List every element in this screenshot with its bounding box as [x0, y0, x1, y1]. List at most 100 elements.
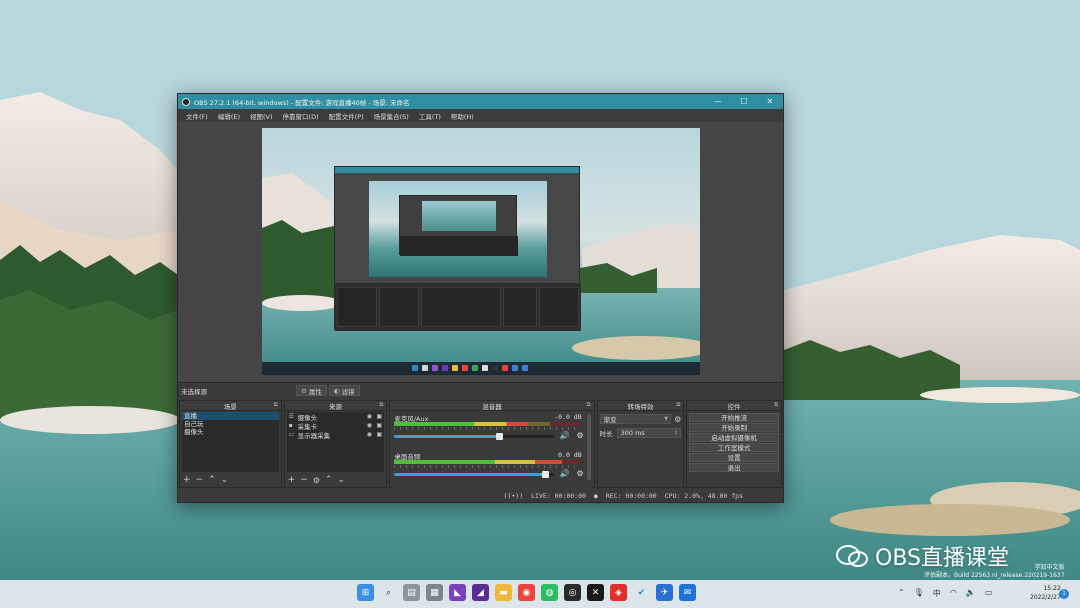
dock-row: 场景 ⧉ 直播 自己玩 摄像头 + − ⌃ ⌄ 来源 ⧉ ☰ 摄像头 ◉ ▣ ▪…: [178, 400, 783, 488]
controls-dock: 控件 ⧉ 开始推流 开始录制 启动虚拟摄像机 工作室模式 设置 退出: [686, 400, 783, 488]
todo-icon[interactable]: ✔: [633, 584, 650, 601]
spinner-icon[interactable]: ⇕: [674, 430, 678, 436]
minimize-button[interactable]: —: [705, 97, 731, 106]
list-icon: ☰: [288, 413, 295, 420]
notification-badge[interactable]: 1: [1059, 589, 1069, 599]
scene-toolbar: 未选择源 ⚙ 属性 ◐ 滤镜: [178, 382, 783, 398]
nested-docks: [335, 283, 581, 331]
rec-time: REC: 00:00:00: [605, 491, 657, 500]
speaker-icon[interactable]: 🔊: [560, 469, 570, 478]
menu-help[interactable]: 帮助(H): [446, 111, 479, 121]
feishu-icon[interactable]: ✈: [656, 584, 673, 601]
volume-icon[interactable]: 🔉: [966, 588, 976, 599]
remove-icon[interactable]: −: [300, 475, 308, 485]
undock-icon[interactable]: ⧉: [274, 402, 278, 409]
move-up-icon[interactable]: ⌃: [208, 475, 216, 485]
move-down-icon[interactable]: ⌄: [221, 475, 229, 485]
move-up-icon[interactable]: ⌃: [325, 475, 333, 485]
system-tray: ⌃ 🎙 中 ◠ 🔉 ▭: [898, 588, 992, 599]
preview-canvas[interactable]: [262, 128, 700, 375]
start-virtual-camera-button[interactable]: 启动虚拟摄像机: [689, 433, 780, 442]
source-item[interactable]: ▭ 显示器采集 ◉ ▣: [287, 430, 385, 440]
start-streaming-button[interactable]: 开始推流: [689, 413, 780, 422]
clock[interactable]: 15:22 2022/2/27: [1030, 584, 1061, 602]
volume-knob[interactable]: [542, 471, 550, 478]
start-icon[interactable]: ⊞: [357, 584, 374, 601]
menu-file[interactable]: 文件(F): [181, 111, 213, 121]
mail-icon[interactable]: ✉: [679, 584, 696, 601]
chevron-down-icon: ▼: [664, 416, 669, 422]
scene-item[interactable]: 直播: [182, 412, 279, 420]
scenes-dock-header: 场景 ⧉: [180, 401, 281, 411]
undock-icon[interactable]: ⧉: [774, 402, 778, 409]
task-view-icon[interactable]: ▤: [403, 584, 420, 601]
eye-icon[interactable]: ◉: [364, 431, 374, 438]
capcut-icon[interactable]: ✕: [587, 584, 604, 601]
ime-indicator[interactable]: 中: [933, 588, 941, 599]
gear-icon[interactable]: ⚙: [576, 431, 583, 440]
menu-edit[interactable]: 编辑(E): [213, 111, 245, 121]
undock-icon[interactable]: ⧉: [587, 402, 591, 409]
menu-docks[interactable]: 停靠窗口(D): [278, 111, 324, 121]
lock-icon[interactable]: ▣: [374, 422, 384, 429]
duration-value: 300 ms: [620, 429, 645, 437]
build-watermark: 学知中文版 评估副本。Build 22563.ni_release.220219…: [924, 564, 1065, 580]
scene-item[interactable]: 摄像头: [182, 428, 279, 436]
settings-button[interactable]: 设置: [689, 453, 780, 462]
gear-icon[interactable]: ⚙: [576, 469, 583, 478]
microphone-icon[interactable]: 🎙: [914, 588, 924, 599]
menu-profile[interactable]: 配置文件(P): [324, 111, 369, 121]
eye-icon[interactable]: ◉: [364, 413, 374, 420]
camera-icon: ▪: [288, 422, 293, 429]
preview-taskbar: [262, 362, 700, 375]
obs-icon[interactable]: ◎: [564, 584, 581, 601]
network-icon[interactable]: ◠: [950, 588, 957, 599]
gear-icon[interactable]: ⚙: [313, 476, 320, 485]
close-button[interactable]: ✕: [757, 97, 783, 106]
mixer-scrollbar[interactable]: [586, 414, 591, 480]
visual-studio-preview-icon[interactable]: ◢: [472, 584, 489, 601]
duration-input[interactable]: 300 ms ⇕: [616, 428, 682, 438]
title-bar[interactable]: OBS 27.2.1 (64-bit, windows) - 配置文件: 游戏直…: [178, 94, 783, 109]
speaker-icon[interactable]: 🔊: [560, 431, 570, 440]
chrome-icon[interactable]: ◉: [518, 584, 535, 601]
scene-item[interactable]: 自己玩: [182, 420, 279, 428]
menu-scene-collection[interactable]: 场景集合(S): [369, 111, 414, 121]
search-icon[interactable]: ⌕: [380, 584, 397, 601]
move-down-icon[interactable]: ⌄: [337, 475, 345, 485]
volume-slider[interactable]: [394, 471, 555, 478]
netease-music-icon[interactable]: ◈: [610, 584, 627, 601]
volume-slider[interactable]: [394, 433, 555, 440]
menu-tools[interactable]: 工具(T): [414, 111, 446, 121]
chevron-up-icon[interactable]: ⌃: [898, 588, 905, 599]
file-explorer-icon[interactable]: ▬: [495, 584, 512, 601]
volume-fill: [394, 435, 500, 438]
add-icon[interactable]: +: [288, 475, 296, 485]
widgets-icon[interactable]: ▦: [426, 584, 443, 601]
maximize-button[interactable]: ☐: [731, 97, 757, 106]
remove-icon[interactable]: −: [196, 475, 204, 485]
level-meter: [394, 460, 581, 464]
level-meter: [394, 422, 581, 426]
taskbar: ⊞ ⌕ ▤ ▦ ◣ ◢ ▬ ◉ ◍ ◎ ✕ ◈ ✔ ✈ ✉ ⌃ 🎙 中 ◠ 🔉 …: [0, 580, 1080, 608]
volume-knob[interactable]: [495, 433, 503, 440]
undock-icon[interactable]: ⧉: [379, 402, 383, 409]
menu-view[interactable]: 视图(V): [245, 111, 278, 121]
lock-icon[interactable]: ▣: [374, 431, 384, 438]
undock-icon[interactable]: ⧉: [676, 402, 680, 409]
transition-select[interactable]: 渐变 ▼: [599, 414, 672, 424]
mixer-dock-header: 混音器 ⧉: [390, 401, 594, 411]
properties-button[interactable]: ⚙ 属性: [296, 385, 327, 396]
gear-icon[interactable]: ⚙: [674, 415, 681, 424]
exit-button[interactable]: 退出: [689, 463, 780, 472]
add-icon[interactable]: +: [183, 475, 191, 485]
studio-mode-button[interactable]: 工作室模式: [689, 443, 780, 452]
visual-studio-icon[interactable]: ◣: [449, 584, 466, 601]
battery-icon[interactable]: ▭: [985, 588, 993, 599]
filters-button[interactable]: ◐ 滤镜: [328, 385, 360, 396]
lock-icon[interactable]: ▣: [374, 413, 384, 420]
wechat-icon[interactable]: ◍: [541, 584, 558, 601]
start-recording-button[interactable]: 开始录制: [689, 423, 780, 432]
eye-icon[interactable]: ◉: [364, 422, 374, 429]
monitor-icon: ▭: [288, 431, 295, 438]
